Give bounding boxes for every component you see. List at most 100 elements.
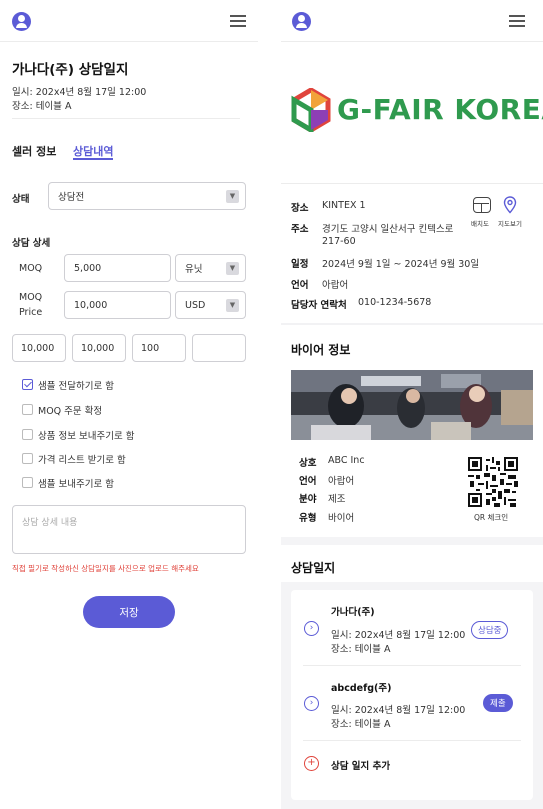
screen-gap xyxy=(258,0,282,809)
moq-price-label: MOQ xyxy=(19,292,43,303)
checkbox-label: 가격 리스트 받기로 함 xyxy=(38,455,126,466)
buyer-lang-value: 아랍어 xyxy=(328,476,355,487)
buyer-name-value: ABC Inc xyxy=(328,455,365,466)
venue-contact-key: 담당자 연락처 xyxy=(291,300,347,311)
venue-lang-value: 아랍어 xyxy=(322,280,349,291)
divider xyxy=(281,183,543,184)
status-badge: 상담중 xyxy=(471,621,509,639)
venue-addr-value-2: 217-60 xyxy=(322,236,356,247)
extra-input-2[interactable]: 10,000 xyxy=(72,334,126,362)
moq-input[interactable]: 5,000 xyxy=(64,254,171,282)
hamburger-menu-icon[interactable] xyxy=(509,15,525,27)
checkbox-label: MOQ 주문 확정 xyxy=(38,406,103,417)
layout-label[interactable]: 배치도 xyxy=(471,218,489,228)
map-pin-icon[interactable] xyxy=(503,196,517,214)
log-item-name: 가나다(주) xyxy=(331,607,375,618)
qr-checkin-label[interactable]: QR 체크인 xyxy=(474,512,508,523)
user-icon[interactable] xyxy=(12,12,31,31)
log-card: 가나다(주) › 일시: 202x4년 8월 17일 12:00 장소: 테이블… xyxy=(291,590,533,800)
checkbox-price-list[interactable] xyxy=(22,453,33,464)
chevron-down-icon: ▼ xyxy=(226,298,239,312)
divider xyxy=(303,665,521,666)
moq-unit-value: 유닛 xyxy=(185,264,203,275)
checkbox-moq-confirm[interactable] xyxy=(22,404,33,415)
extra-input-3[interactable]: 100 xyxy=(132,334,186,362)
hamburger-menu-icon[interactable] xyxy=(230,15,246,27)
log-item-name: abcdefg(주) xyxy=(331,683,392,694)
checkbox-send-product-info[interactable] xyxy=(22,429,33,440)
venue-place-value: KINTEX 1 xyxy=(322,200,366,211)
moq-unit-select[interactable]: 유닛 ▼ xyxy=(175,254,246,282)
top-bar xyxy=(0,0,258,42)
extra-value-3: 100 xyxy=(141,342,160,354)
moq-price-value: 10,000 xyxy=(74,299,108,311)
checkbox-label: 샘플 전달하기로 함 xyxy=(38,381,114,392)
moq-price-label-2: Price xyxy=(19,307,43,318)
log-item-datetime: 일시: 202x4년 8월 17일 12:00 xyxy=(331,630,466,641)
chevron-right-icon[interactable]: › xyxy=(304,696,319,711)
consultation-record-screen: 가나다(주) 상담일지 일시: 202x4년 8월 17일 12:00 장소: … xyxy=(0,0,258,809)
log-item-place: 장소: 테이블 A xyxy=(331,644,391,655)
top-bar xyxy=(281,0,543,42)
extra-value-1: 10,000 xyxy=(21,342,55,354)
record-datetime: 일시: 202x4년 8월 17일 12:00 xyxy=(12,87,147,98)
detail-textarea[interactable]: 상담 상세 내용 xyxy=(12,505,246,554)
venue-contact-value: 010-1234-5678 xyxy=(358,297,432,308)
divider xyxy=(12,118,240,119)
extra-value-2: 10,000 xyxy=(81,342,115,354)
chevron-down-icon: ▼ xyxy=(226,261,239,275)
buyer-name-key: 상호 xyxy=(299,458,317,469)
log-item-place: 장소: 테이블 A xyxy=(331,719,391,730)
venue-date-key: 일정 xyxy=(291,259,309,270)
venue-date-value: 2024년 9월 1일 ~ 2024년 9월 30일 xyxy=(322,259,480,270)
qr-code-icon[interactable] xyxy=(468,457,518,507)
buyer-type-value: 바이어 xyxy=(328,513,355,524)
buyer-type-key: 유형 xyxy=(299,513,317,524)
logo-text: G-FAIR KOREA xyxy=(337,93,543,126)
currency-value: USD xyxy=(185,299,206,311)
checkbox-sample-delivery[interactable] xyxy=(22,379,33,390)
buyer-section-title: 바이어 정보 xyxy=(291,343,351,357)
save-button[interactable]: 저장 xyxy=(83,596,175,628)
status-badge: 제출 xyxy=(483,694,513,712)
checkbox-send-sample[interactable] xyxy=(22,477,33,488)
extra-input-4[interactable] xyxy=(192,334,246,362)
tab-seller-info[interactable]: 셀러 정보 xyxy=(12,143,56,159)
detail-placeholder: 상담 상세 내용 xyxy=(22,518,78,528)
upload-notice: 직접 필기로 작성하신 상담일지를 사진으로 업로드 해주세요 xyxy=(12,564,199,573)
extra-input-1[interactable]: 10,000 xyxy=(12,334,66,362)
log-section-title: 상담일지 xyxy=(291,561,336,575)
venue-lang-key: 언어 xyxy=(291,280,309,291)
moq-value: 5,000 xyxy=(74,262,102,274)
log-item-datetime: 일시: 202x4년 8월 17일 12:00 xyxy=(331,705,466,716)
plus-icon[interactable]: + xyxy=(304,756,319,771)
buyer-lang-key: 언어 xyxy=(299,476,317,487)
venue-addr-value: 경기도 고양시 일산서구 킨텍스로 xyxy=(322,224,454,235)
moq-label: MOQ xyxy=(19,263,43,274)
divider xyxy=(303,740,521,741)
record-place: 장소: 테이블 A xyxy=(12,101,72,112)
checkbox-label: 샘플 보내주기로 함 xyxy=(38,479,114,490)
status-value: 상담전 xyxy=(58,192,85,203)
detail-label: 상담 상세 xyxy=(12,238,51,249)
buyer-field-key: 분야 xyxy=(299,494,317,505)
status-select[interactable]: 상담전 ▼ xyxy=(48,182,246,210)
status-label: 상태 xyxy=(12,194,30,205)
user-icon[interactable] xyxy=(292,12,311,31)
tab-consultation[interactable]: 상담내역 xyxy=(73,143,113,159)
layout-icon[interactable] xyxy=(473,197,491,213)
map-view-label[interactable]: 지도보기 xyxy=(498,218,522,228)
chevron-right-icon[interactable]: › xyxy=(304,621,319,636)
buyer-field-value: 제조 xyxy=(328,494,346,505)
event-detail-screen: G-FAIR KOREA 장소 KINTEX 1 주소 경기도 고양시 일산서구… xyxy=(281,0,543,809)
chevron-down-icon: ▼ xyxy=(226,189,239,203)
venue-place-key: 장소 xyxy=(291,203,309,214)
divider xyxy=(281,323,543,325)
section-divider xyxy=(281,537,543,545)
moq-price-input[interactable]: 10,000 xyxy=(64,291,171,319)
currency-select[interactable]: USD ▼ xyxy=(175,291,246,319)
buyer-photo xyxy=(291,370,533,440)
page-title: 가나다(주) 상담일지 xyxy=(12,62,129,78)
add-log-button[interactable]: 상담 일지 추가 xyxy=(331,758,390,772)
checkbox-label: 상품 정보 보내주기로 함 xyxy=(38,431,135,442)
